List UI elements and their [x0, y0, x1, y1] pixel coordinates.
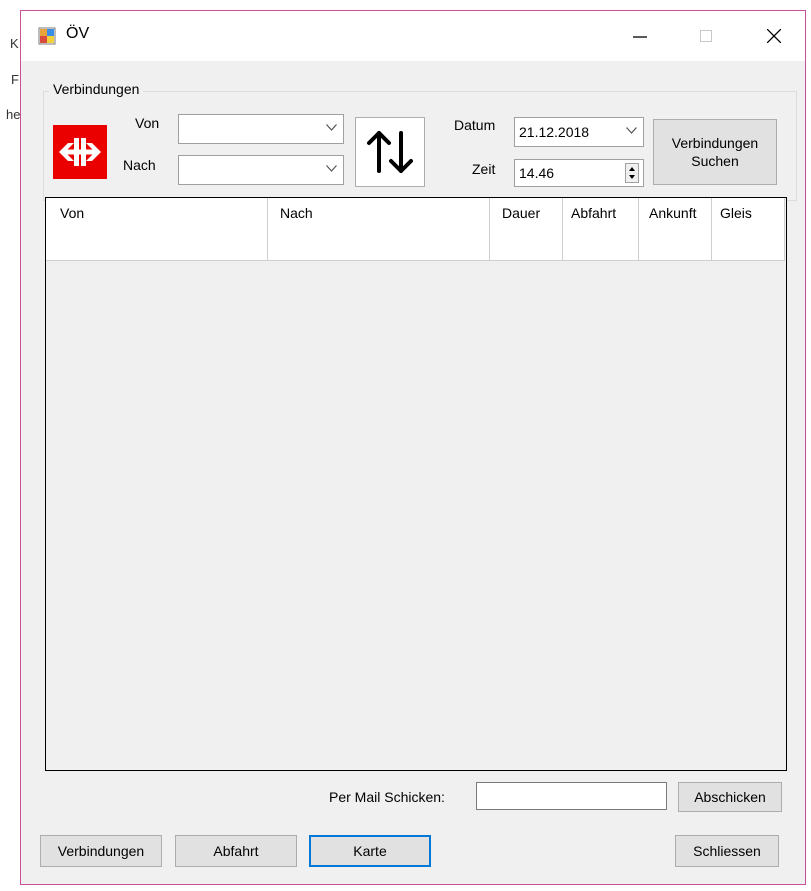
table-cell[interactable] [490, 229, 563, 260]
swap-arrows-icon [367, 131, 413, 173]
date-value: 21.12.2018 [519, 124, 590, 140]
background-fragment: he [6, 107, 21, 122]
table-header: Von Nach Dauer Abfahrt Ankunft Gleis [46, 198, 785, 230]
table-cell[interactable] [268, 229, 490, 260]
spin-up-icon [629, 167, 635, 171]
app-window: ÖV Verbindungen Von Nach Datum 21.12.201… [20, 10, 806, 885]
table-cell[interactable] [712, 229, 785, 260]
sbb-logo-icon [53, 125, 107, 179]
background-fragment: F [11, 72, 19, 87]
chevron-down-icon [626, 127, 637, 134]
chevron-down-icon [326, 124, 337, 131]
mail-label: Per Mail Schicken: [329, 789, 445, 805]
column-header-ankunft[interactable]: Ankunft [639, 198, 712, 229]
time-value: 14.46 [519, 165, 555, 181]
departure-button[interactable]: Abfahrt [175, 835, 297, 867]
swap-stations-button[interactable] [355, 117, 425, 187]
column-header-gleis[interactable]: Gleis [712, 198, 785, 229]
from-combobox[interactable] [178, 114, 344, 144]
table-row[interactable] [46, 229, 785, 261]
minimize-icon [633, 36, 647, 38]
maximize-icon [700, 30, 712, 42]
mail-input[interactable] [476, 782, 667, 810]
date-label: Datum [454, 117, 496, 133]
to-combobox[interactable] [178, 155, 344, 185]
title-bar: ÖV [21, 11, 805, 61]
close-icon [767, 29, 781, 43]
app-window-icon [38, 27, 56, 45]
close-button[interactable]: Schliessen [675, 835, 779, 867]
spin-down-icon [629, 175, 635, 179]
from-label: Von [135, 115, 160, 131]
time-label: Zeit [472, 161, 496, 177]
close-window-button[interactable] [751, 19, 797, 53]
table-cell[interactable] [639, 229, 712, 260]
maximize-button[interactable] [683, 19, 729, 53]
search-connections-button[interactable]: Verbindungen Suchen [653, 119, 777, 185]
column-header-von[interactable]: Von [46, 198, 268, 229]
table-cell[interactable] [46, 229, 268, 260]
date-picker[interactable]: 21.12.2018 [514, 117, 644, 147]
send-mail-button[interactable]: Abschicken [678, 782, 782, 812]
to-label: Nach [123, 157, 156, 173]
window-title: ÖV [66, 25, 90, 42]
groupbox-title: Verbindungen [49, 81, 144, 97]
connections-button[interactable]: Verbindungen [40, 835, 162, 867]
minimize-button[interactable] [617, 19, 663, 53]
background-fragment: K [10, 36, 19, 51]
column-header-dauer[interactable]: Dauer [490, 198, 563, 229]
table-cell[interactable] [563, 229, 639, 260]
time-spinner[interactable] [625, 163, 639, 183]
column-header-nach[interactable]: Nach [268, 198, 490, 229]
map-button[interactable]: Karte [309, 835, 431, 867]
connections-table[interactable]: Von Nach Dauer Abfahrt Ankunft Gleis [45, 197, 787, 771]
time-picker[interactable]: 14.46 [514, 159, 644, 187]
column-header-abfahrt[interactable]: Abfahrt [563, 198, 639, 229]
chevron-down-icon [326, 165, 337, 172]
